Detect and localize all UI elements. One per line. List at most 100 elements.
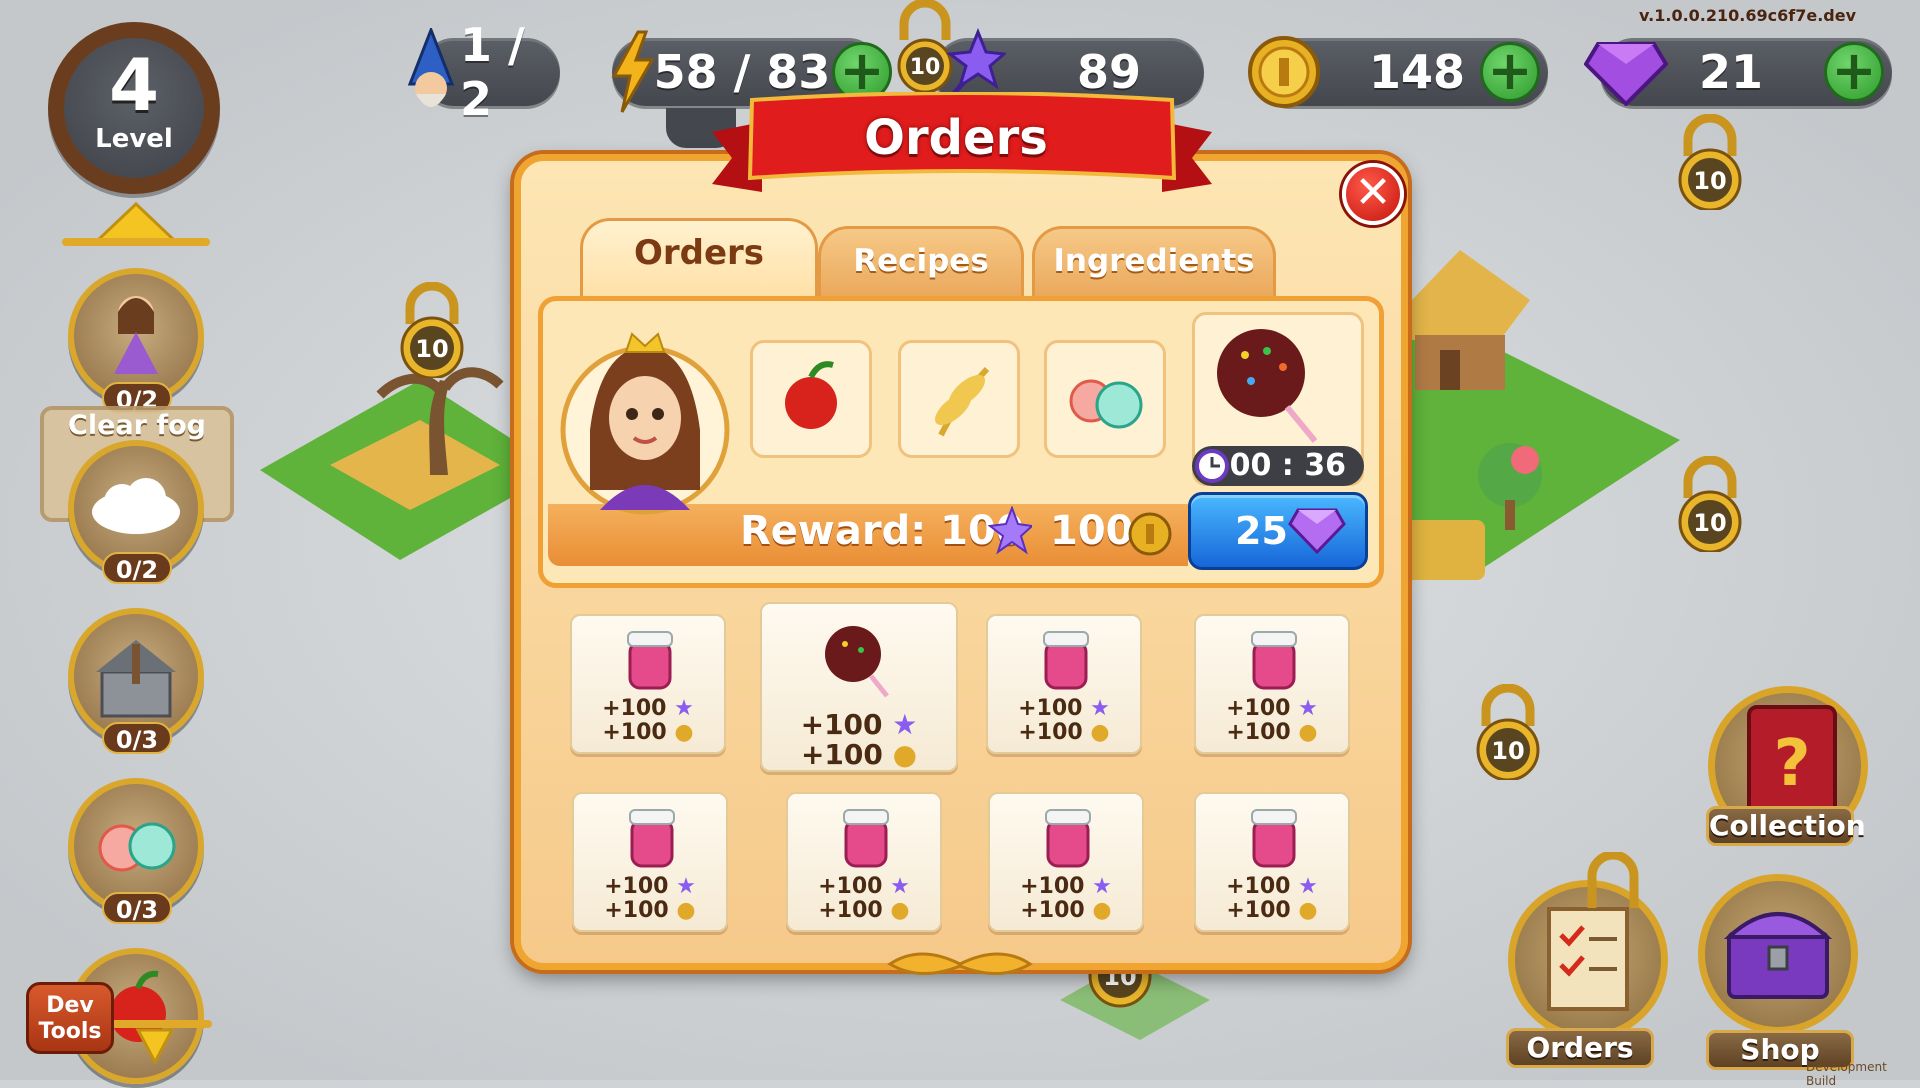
jam-jar-icon — [843, 809, 889, 868]
card-coins-reward: +100 ● — [1018, 720, 1110, 745]
order-card[interactable]: +100 ★ +100 ● — [786, 792, 942, 932]
treasure-chest-icon — [1723, 912, 1833, 999]
princess-portrait[interactable] — [560, 310, 730, 520]
level-label: Level — [95, 124, 173, 154]
jam-jar-icon — [1043, 631, 1089, 690]
jam-jar-icon — [1251, 631, 1297, 690]
add-gems-button[interactable]: + — [1824, 42, 1884, 102]
svg-text:10: 10 — [1693, 167, 1726, 195]
shop-button[interactable] — [1698, 874, 1858, 1034]
reward-coins-value: 100 — [1050, 508, 1134, 554]
coin-icon — [1248, 36, 1320, 108]
star-icon: ★ — [674, 696, 694, 721]
card-coins-reward: +100 ● — [1226, 898, 1318, 923]
padlock-icon[interactable]: 10 — [1472, 684, 1544, 780]
clock-icon — [1195, 449, 1229, 483]
order-card[interactable]: +100 ★ +100 ● — [988, 792, 1144, 932]
ingredient-slot[interactable] — [898, 340, 1020, 458]
coin-icon: ● — [890, 898, 910, 923]
version-label: v.1.0.0.210.69c6f7e.dev — [1639, 6, 1856, 25]
star-icon: ★ — [676, 874, 696, 899]
magic-wand-star-icon — [987, 506, 1032, 555]
level-up-arrow-icon — [62, 201, 210, 246]
tab-orders[interactable]: Orders — [580, 218, 818, 296]
coin-icon: ● — [674, 720, 694, 745]
apple-icon — [785, 361, 837, 429]
coin-icon: ● — [1298, 720, 1318, 745]
lightning-icon — [611, 30, 655, 113]
magic-wand-star-icon — [946, 28, 1006, 100]
jam-jar-icon — [1251, 809, 1297, 868]
princess-icon — [114, 296, 158, 374]
card-coins-reward: +100 ● — [1020, 898, 1112, 923]
card-stars-reward: +100 ★ — [818, 874, 910, 899]
card-coins-reward: +100 ● — [604, 898, 696, 923]
order-card[interactable]: +100 ★ +100 ● — [760, 602, 958, 772]
level-badge[interactable]: 4 Level — [48, 22, 220, 194]
star-icon: ★ — [1298, 874, 1318, 899]
ingredient-slot[interactable] — [750, 340, 872, 458]
close-button[interactable]: ✕ — [1342, 163, 1404, 225]
dev-tools-line1: Dev — [46, 993, 94, 1018]
gem-icon — [1288, 508, 1346, 554]
stone-well-icon — [96, 640, 176, 718]
order-card[interactable]: +100 ★ +100 ● — [1194, 614, 1350, 754]
timer-value: 00 : 36 — [1229, 448, 1346, 483]
speed-up-cost: 25 — [1235, 509, 1288, 553]
stars-count: 89 — [1076, 45, 1141, 99]
add-coins-button[interactable]: + — [1480, 42, 1540, 102]
coin-icon: ● — [1092, 898, 1112, 923]
svg-text:?: ? — [1773, 727, 1810, 801]
svg-text:10: 10 — [910, 55, 941, 80]
order-card[interactable]: +100 ★ +100 ● — [1194, 792, 1350, 932]
reward-stars-label: Reward: 100 — [740, 508, 1024, 554]
ingredient-slot[interactable] — [1044, 340, 1166, 458]
card-stars-reward: +100 ★ — [1018, 696, 1110, 721]
quest-well-count: 0/3 — [102, 722, 172, 754]
order-card[interactable]: +100 ★ +100 ● — [570, 614, 726, 754]
dialog-title: Orders — [864, 110, 1048, 166]
wizard-icon — [407, 28, 455, 107]
coin-icon: ● — [892, 738, 918, 771]
wheat-icon — [934, 366, 990, 437]
gem-icon — [1584, 42, 1668, 106]
card-coins-reward: +100 ● — [800, 738, 918, 771]
candy-apple-icon — [1217, 329, 1318, 443]
padlock-icon[interactable]: 10 — [1674, 114, 1746, 210]
orders-label: Orders — [1506, 1028, 1654, 1068]
candy-apple-icon — [825, 626, 889, 698]
peppermint-candy-icon — [98, 822, 176, 872]
collection-label: Collection — [1706, 806, 1866, 846]
star-icon: ★ — [892, 708, 918, 741]
coin-icon: ● — [676, 898, 696, 923]
padlock-icon[interactable]: 10 — [396, 282, 468, 378]
star-icon: ★ — [1090, 696, 1110, 721]
jam-jar-icon — [627, 631, 673, 690]
dev-tools-line2: Tools — [38, 1019, 102, 1044]
order-card[interactable]: +100 ★ +100 ● — [572, 792, 728, 932]
card-stars-reward: +100 ★ — [1226, 874, 1318, 899]
peppermint-candy-icon — [1069, 379, 1143, 429]
development-build-watermark: Development Build — [1806, 1060, 1887, 1088]
card-stars-reward: +100 ★ — [602, 696, 694, 721]
card-stars-reward: +100 ★ — [1020, 874, 1112, 899]
card-coins-reward: +100 ● — [1226, 720, 1318, 745]
star-icon: ★ — [1092, 874, 1112, 899]
gems-count: 21 — [1698, 45, 1763, 99]
card-stars-reward: +100 ★ — [604, 874, 696, 899]
order-card[interactable]: +100 ★ +100 ● — [986, 614, 1142, 754]
ornament-icon — [887, 952, 1033, 976]
star-icon: ★ — [890, 874, 910, 899]
svg-text:10: 10 — [415, 335, 448, 363]
quest-candy-count: 0/3 — [102, 892, 172, 924]
coin-icon: ● — [1090, 720, 1110, 745]
svg-text:10: 10 — [1693, 509, 1726, 537]
dev-tools-button[interactable]: Dev Tools — [26, 982, 114, 1054]
tab-recipes[interactable]: Recipes — [818, 226, 1024, 296]
level-number: 4 — [108, 43, 160, 127]
jam-jar-icon — [629, 809, 675, 868]
card-stars-reward: +100 ★ — [800, 708, 918, 741]
tab-ingredients[interactable]: Ingredients — [1032, 226, 1276, 296]
coin-icon: ● — [1298, 898, 1318, 923]
padlock-icon[interactable]: 10 — [1674, 456, 1746, 552]
